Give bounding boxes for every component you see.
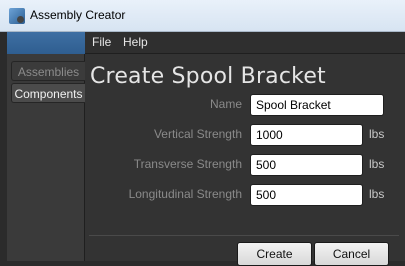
- transverse-strength-unit: lbs: [369, 157, 385, 171]
- vertical-strength-label: Vertical Strength: [153, 127, 242, 141]
- name-field[interactable]: Spool Bracket: [250, 94, 384, 116]
- menu-bar: File Help: [85, 32, 405, 54]
- vertical-strength-field[interactable]: 1000: [250, 124, 363, 146]
- transverse-strength-field[interactable]: 500: [250, 154, 363, 176]
- longitudinal-strength-label: Longitudinal Strength: [128, 187, 242, 201]
- longitudinal-strength-unit: lbs: [369, 187, 385, 201]
- form-panel: Create Spool Bracket Name Spool Bracket …: [85, 54, 405, 266]
- transverse-strength-label: Transverse Strength: [133, 157, 242, 171]
- name-label: Name: [209, 97, 242, 111]
- menu-help[interactable]: Help: [123, 35, 148, 49]
- sidebar-header: [7, 32, 85, 54]
- divider: [89, 235, 399, 236]
- cancel-button[interactable]: Cancel: [314, 242, 389, 266]
- window-title: Assembly Creator: [30, 8, 126, 22]
- vertical-strength-unit: lbs: [369, 127, 385, 141]
- menu-file[interactable]: File: [92, 35, 111, 49]
- tab-components[interactable]: Components: [11, 83, 85, 103]
- create-button[interactable]: Create: [237, 242, 312, 266]
- sidebar: Assemblies Components: [7, 54, 85, 261]
- app-icon: [9, 8, 25, 24]
- longitudinal-strength-field[interactable]: 500: [250, 184, 363, 206]
- window-titlebar: Assembly Creator: [0, 0, 405, 32]
- app-frame: File Help Assemblies Components Create S…: [7, 32, 405, 266]
- page-title: Create Spool Bracket: [90, 64, 326, 89]
- tab-assemblies[interactable]: Assemblies: [11, 61, 85, 81]
